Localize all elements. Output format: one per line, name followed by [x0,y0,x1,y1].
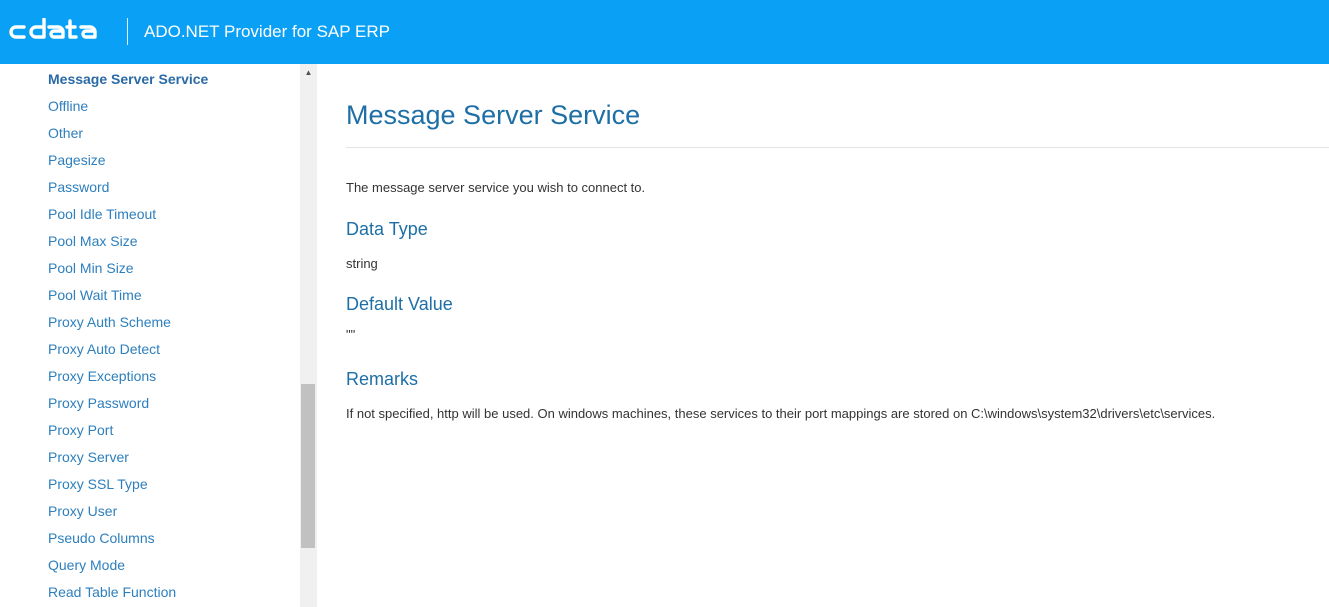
data-type-value: string [346,256,378,271]
sidebar-item-read-table-function[interactable]: Read Table Function [48,582,208,607]
sidebar-item-pseudo-columns[interactable]: Pseudo Columns [48,528,208,555]
sidebar-item-pool-idle-timeout[interactable]: Pool Idle Timeout [48,204,208,231]
sidebar-item-offline[interactable]: Offline [48,96,208,123]
header-divider [127,18,128,45]
sidebar-item-pool-wait-time[interactable]: Pool Wait Time [48,285,208,312]
sidebar-item-proxy-user[interactable]: Proxy User [48,501,208,528]
sidebar-item-message-server-service[interactable]: Message Server Service [48,69,208,96]
cdata-logo[interactable] [8,18,106,46]
scrollbar-thumb[interactable] [301,384,315,548]
sidebar-item-proxy-server[interactable]: Proxy Server [48,447,208,474]
sidebar-list: Message Server Service Offline Other Pag… [48,69,208,607]
product-title: ADO.NET Provider for SAP ERP [144,22,390,41]
default-value: "" [346,327,356,342]
sidebar-item-proxy-auto-detect[interactable]: Proxy Auto Detect [48,339,208,366]
remarks-heading: Remarks [346,369,419,389]
default-value-heading: Default Value [346,294,453,314]
sidebar-item-other[interactable]: Other [48,123,208,150]
sidebar-item-password[interactable]: Password [48,177,208,204]
sidebar-nav: Message Server Service Offline Other Pag… [0,64,300,607]
sidebar-item-proxy-auth-scheme[interactable]: Proxy Auth Scheme [48,312,208,339]
sidebar-item-query-mode[interactable]: Query Mode [48,555,208,582]
sidebar-item-proxy-password[interactable]: Proxy Password [48,393,208,420]
sidebar-item-pool-max-size[interactable]: Pool Max Size [48,231,208,258]
property-description: The message server service you wish to c… [346,180,646,195]
scroll-up-arrow-icon[interactable]: ▲ [300,64,317,81]
title-divider [346,147,1329,148]
main-content: Message Server Service The message serve… [346,64,1329,607]
page-title: Message Server Service [346,100,641,130]
sidebar-item-proxy-exceptions[interactable]: Proxy Exceptions [48,366,208,393]
sidebar-item-proxy-port[interactable]: Proxy Port [48,420,208,447]
data-type-heading: Data Type [346,219,428,239]
remarks-text: If not specified, http will be used. On … [346,406,1216,421]
sidebar-scrollbar[interactable]: ▲ [300,64,317,607]
sidebar-item-pagesize[interactable]: Pagesize [48,150,208,177]
sidebar-item-proxy-ssl-type[interactable]: Proxy SSL Type [48,474,208,501]
app-header: ADO.NET Provider for SAP ERP [0,0,1329,64]
sidebar-item-pool-min-size[interactable]: Pool Min Size [48,258,208,285]
